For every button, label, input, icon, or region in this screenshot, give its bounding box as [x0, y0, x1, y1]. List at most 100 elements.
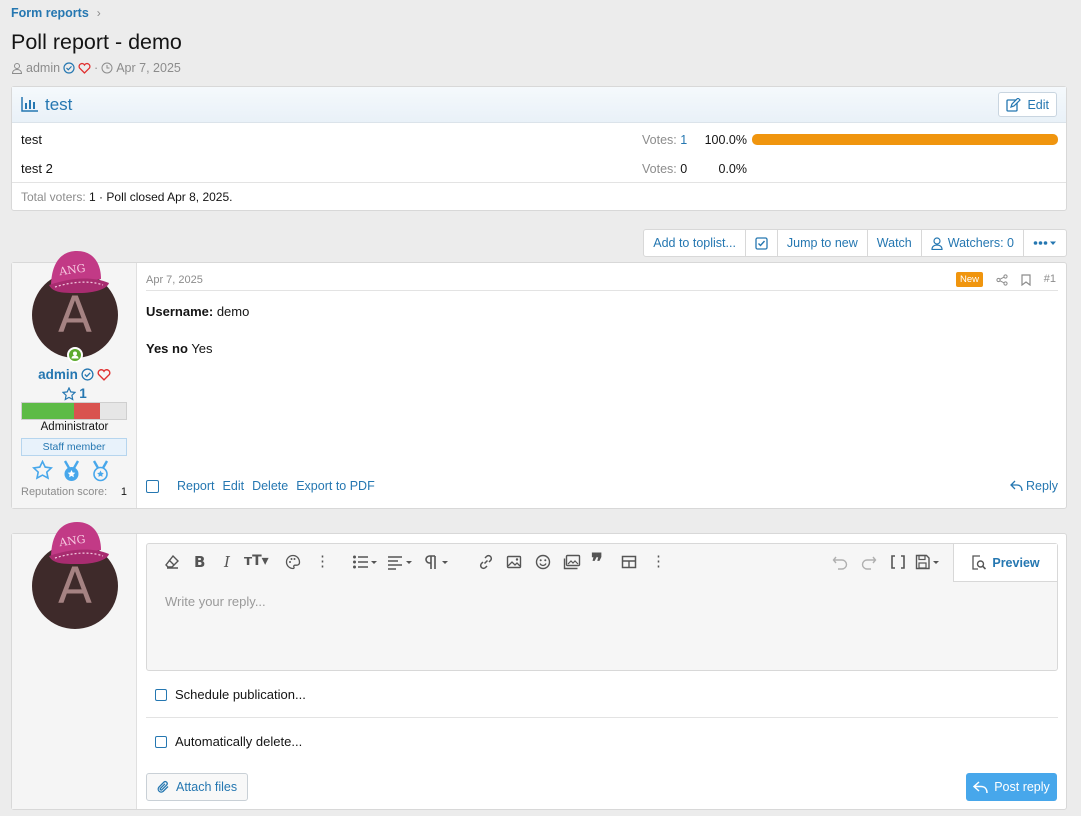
link-icon[interactable] [478, 554, 494, 570]
post-field-label: Username: [146, 304, 214, 319]
online-status-icon [67, 347, 83, 363]
bar-chart-icon [21, 97, 38, 112]
media-icon[interactable] [563, 554, 581, 570]
attach-files-button[interactable]: Attach files [146, 773, 249, 801]
table-icon[interactable] [621, 554, 637, 570]
post-field-username: Username: demo [146, 303, 249, 321]
redo-icon[interactable] [861, 554, 877, 570]
bold-icon[interactable]: B [194, 553, 205, 571]
poll-option-vote-count: 0 [680, 161, 688, 176]
quick-reply: A ANG B I тT▾ ⋮ ❞ ⋮ Preview Write your r… [11, 522, 1067, 810]
star-icon [62, 386, 77, 401]
poll-option-votes: Votes: 0 [642, 161, 688, 176]
user-star-count: 1 [79, 386, 87, 401]
edit-icon [1006, 97, 1022, 112]
poll-option-percent: 0.0% [718, 161, 748, 176]
share-icon[interactable] [996, 274, 1008, 286]
pink-cap-icon: ANG [49, 522, 109, 564]
page-title: Poll report - demo [11, 30, 182, 54]
preview-icon [972, 555, 987, 570]
verified-icon [81, 368, 94, 381]
staff-badge: Staff member [21, 438, 127, 456]
list-icon[interactable] [352, 554, 378, 570]
bookmark-icon[interactable] [1021, 274, 1031, 286]
thread-meta: admin · Apr 7, 2025 [11, 61, 181, 75]
reply-editor: B I тT▾ ⋮ ❞ ⋮ Preview Write your reply..… [146, 543, 1058, 671]
breadcrumb-form-reports[interactable]: Form reports [11, 6, 89, 20]
post-header: Apr 7, 2025 New #1 [146, 269, 1058, 291]
more-options-button[interactable] [1024, 230, 1066, 256]
user-icon [931, 236, 943, 250]
post-main: Apr 7, 2025 New #1 Username: demo Yes no… [138, 263, 1066, 508]
poll-option-vote-count[interactable]: 1 [680, 133, 687, 147]
jump-to-new-button[interactable]: Jump to new [778, 230, 868, 256]
quote-icon[interactable]: ❞ [591, 549, 603, 575]
delete-link[interactable]: Delete [252, 479, 288, 493]
watchers-button[interactable]: Watchers: 0 [922, 230, 1024, 256]
emoji-icon[interactable] [535, 554, 551, 570]
new-badge: New [955, 272, 983, 287]
post-username: admin [12, 367, 137, 382]
poll-footer: Total voters: 1 · Poll closed Apr 8, 202… [12, 182, 1066, 211]
post-number[interactable]: #1 [1044, 273, 1056, 285]
more-vertical-icon[interactable]: ⋮ [651, 552, 666, 570]
palette-icon[interactable] [285, 554, 301, 570]
post-date[interactable]: Apr 7, 2025 [146, 274, 203, 286]
thread-action-bar: Add to toplist... Jump to new Watch Watc… [643, 229, 1067, 257]
auto-delete-option[interactable]: Automatically delete... [155, 734, 302, 749]
reputation-score-label: Reputation score: [21, 486, 108, 498]
poll-option-text: test [21, 132, 42, 147]
bbcode-toggle-icon[interactable] [890, 554, 906, 570]
medal-outline-icon[interactable] [90, 460, 111, 482]
post-message: A ANG admin 1 Administrator Staff member… [11, 251, 1067, 509]
poll-option-votes: Votes: 1 [642, 132, 688, 147]
poll-header: test [12, 87, 1066, 123]
post-footer: Report Edit Delete Export to PDF Reply [146, 478, 1058, 494]
clear-format-icon[interactable] [164, 554, 180, 570]
medal-icon[interactable] [61, 460, 82, 482]
reply-link[interactable]: Reply [1010, 479, 1058, 493]
star-trophy-icon[interactable] [32, 460, 53, 481]
checkbox-checked-icon [755, 236, 768, 250]
select-thread-button[interactable] [746, 230, 778, 256]
post-reply-button[interactable]: Post reply [966, 773, 1057, 801]
watch-button[interactable]: Watch [868, 230, 922, 256]
italic-icon[interactable]: I [224, 553, 230, 571]
post-username-link[interactable]: admin [38, 367, 78, 382]
more-vertical-icon[interactable]: ⋮ [315, 552, 330, 570]
post-field-label: Yes no [146, 341, 188, 357]
thread-author[interactable]: admin [26, 61, 60, 75]
report-link[interactable]: Report [177, 479, 215, 493]
reply-icon [973, 780, 988, 793]
user-stars: 1 [12, 386, 137, 401]
select-post-checkbox[interactable] [146, 479, 159, 493]
post-body: Username: demo Yes no Yes [146, 303, 249, 358]
paragraph-icon[interactable] [423, 554, 449, 570]
reputation-bar-negative [74, 403, 100, 419]
add-to-toplist-button[interactable]: Add to toplist... [644, 230, 746, 256]
reply-input[interactable]: Write your reply... [165, 594, 266, 609]
poll-title: test [45, 94, 73, 114]
auto-delete-checkbox[interactable] [155, 735, 167, 748]
post-field-value: Yes [191, 341, 213, 357]
poll-option-row: test Votes: 1 100.0% [12, 125, 1066, 154]
align-icon[interactable] [387, 554, 413, 570]
poll-option-bar-fill [752, 134, 1058, 145]
poll-option-percent: 100.0% [704, 132, 747, 147]
undo-icon[interactable] [832, 554, 848, 570]
preview-button[interactable]: Preview [953, 544, 1057, 582]
poll-edit-button[interactable]: Edit [998, 92, 1057, 117]
export-pdf-link[interactable]: Export to PDF [296, 479, 375, 493]
font-size-icon[interactable]: тT▾ [244, 553, 269, 569]
clock-icon [101, 62, 113, 74]
thread-date: Apr 7, 2025 [116, 61, 181, 75]
edit-link[interactable]: Edit [223, 479, 245, 493]
image-icon[interactable] [506, 554, 522, 570]
schedule-publication-option[interactable]: Schedule publication... [155, 687, 306, 702]
watch-label: Watch [876, 236, 912, 250]
schedule-checkbox[interactable] [155, 688, 167, 701]
meta-separator: · [94, 61, 99, 75]
drafts-icon[interactable] [915, 554, 941, 570]
post-user-sidebar: A ANG admin 1 Administrator Staff member… [12, 251, 137, 508]
add-to-toplist-label: Add to toplist... [653, 236, 736, 250]
